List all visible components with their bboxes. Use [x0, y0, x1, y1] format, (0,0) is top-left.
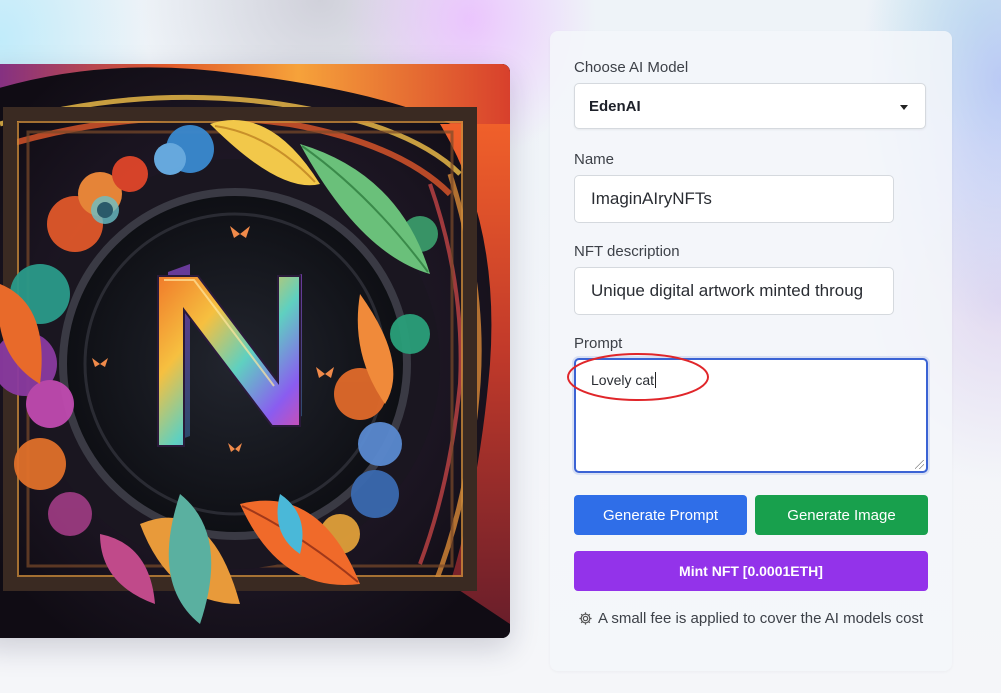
- prompt-text: Lovely cat: [591, 372, 655, 388]
- nft-form-panel: Choose AI Model EdenAI Name ImaginAIryNF…: [550, 31, 952, 671]
- name-label: Name: [574, 151, 615, 168]
- fee-note: A small fee is applied to cover the AI m…: [578, 610, 923, 627]
- text-cursor: [655, 372, 657, 388]
- description-input[interactable]: Unique digital artwork minted throug: [574, 267, 894, 315]
- nft-artwork: [0, 64, 510, 638]
- gear-icon: [579, 612, 592, 625]
- prompt-textarea[interactable]: Lovely cat: [574, 358, 928, 473]
- generate-prompt-button[interactable]: Generate Prompt: [574, 495, 747, 535]
- model-label: Choose AI Model: [574, 59, 689, 76]
- resize-handle-icon[interactable]: [915, 460, 924, 469]
- name-input[interactable]: ImaginAIryNFTs: [574, 175, 894, 223]
- caret-down-icon: [900, 105, 908, 110]
- ai-model-select[interactable]: EdenAI: [574, 83, 926, 129]
- fee-note-text: A small fee is applied to cover the AI m…: [598, 610, 924, 627]
- ai-model-selected-value: EdenAI: [589, 98, 641, 115]
- description-label: NFT description: [574, 243, 680, 260]
- mint-nft-button[interactable]: Mint NFT [0.0001ETH]: [574, 551, 928, 591]
- prompt-label: Prompt: [574, 335, 623, 352]
- generated-nft-image: [0, 64, 510, 638]
- generate-image-button[interactable]: Generate Image: [755, 495, 928, 535]
